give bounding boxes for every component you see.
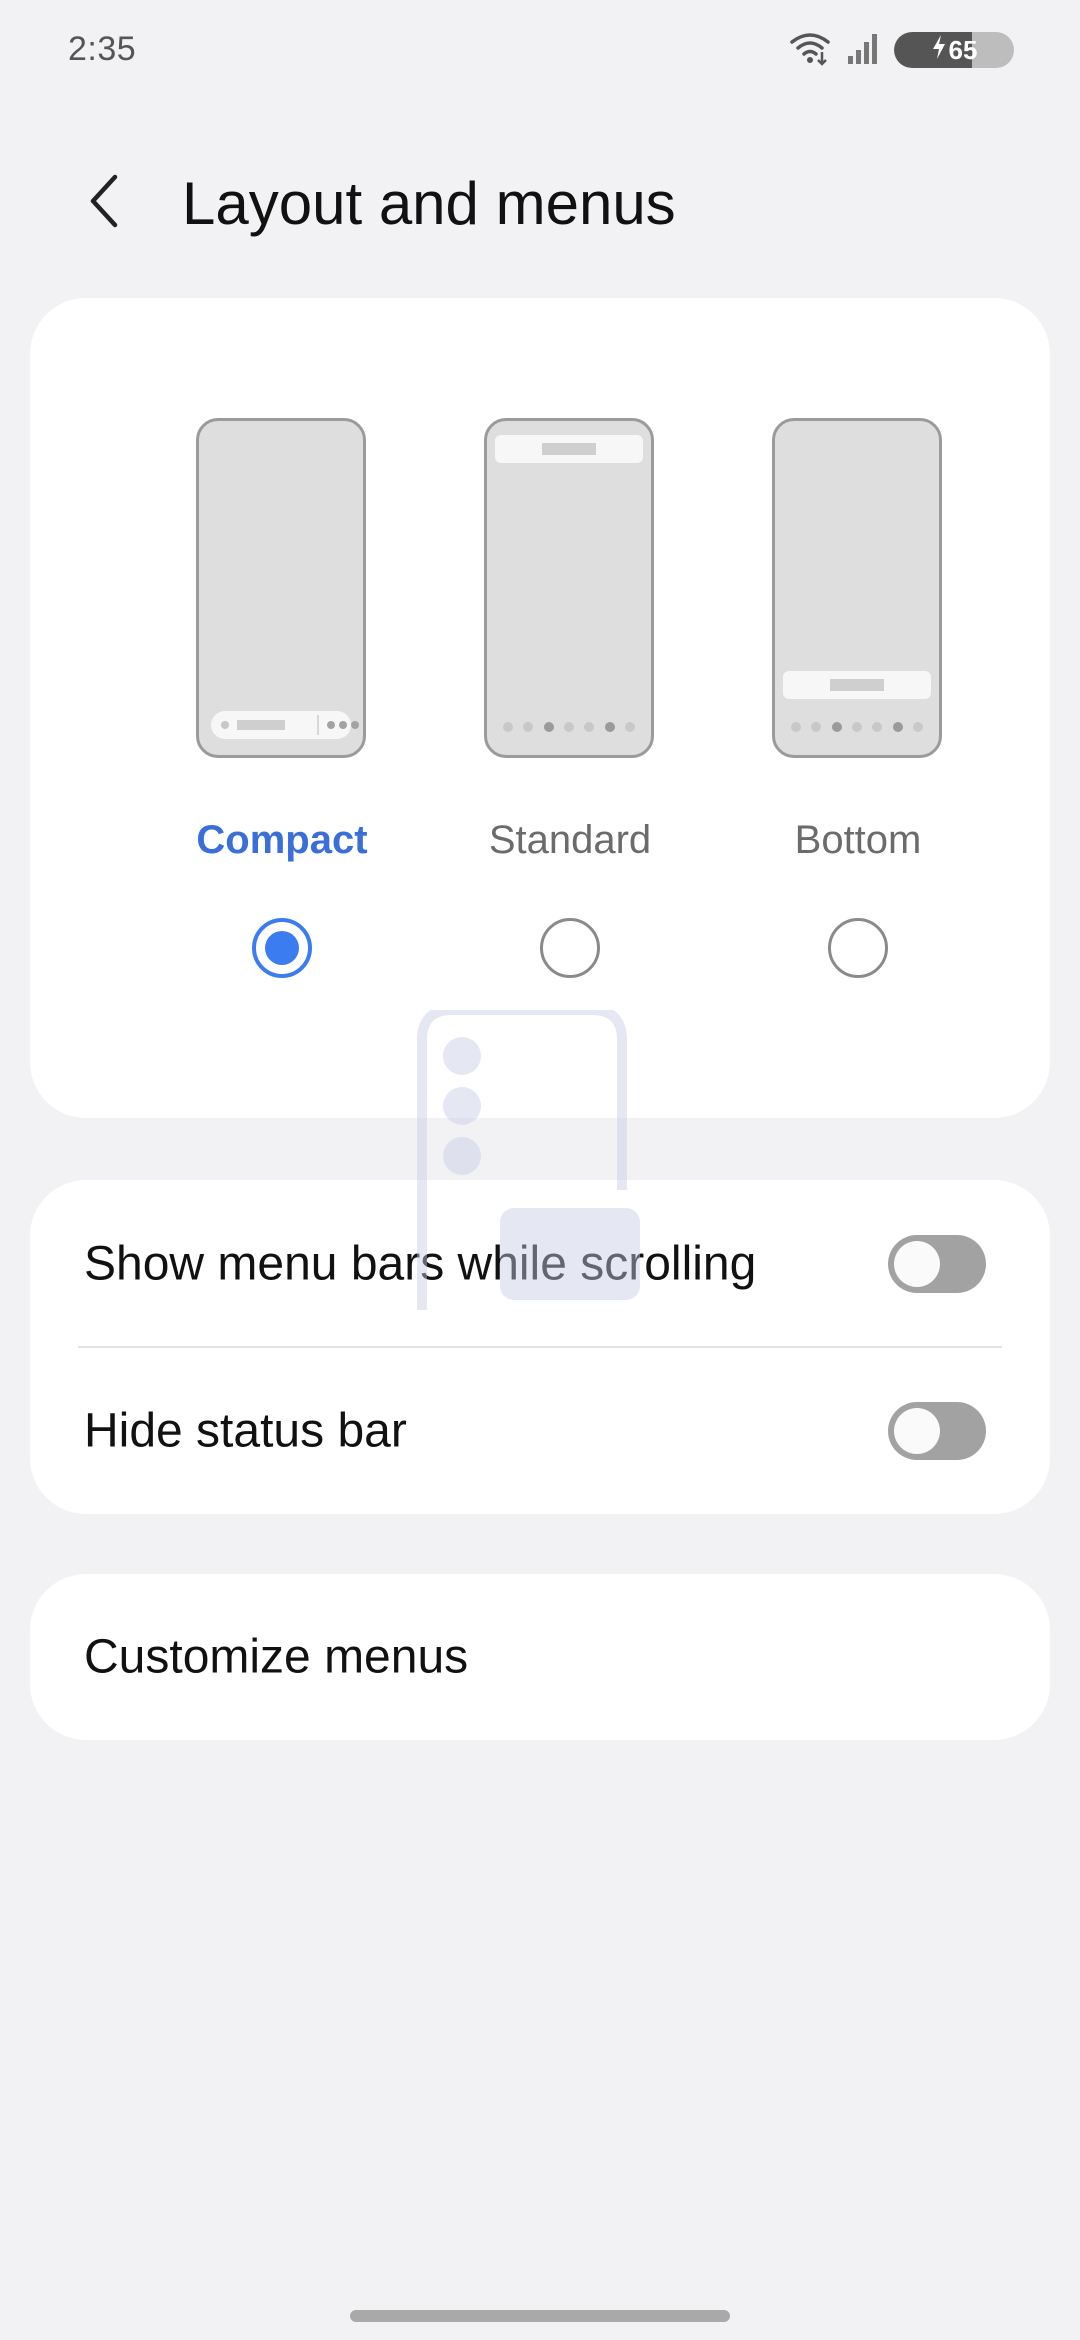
layout-selection-card: Compact Standard Bottom [30, 298, 1050, 1118]
compact-radio[interactable] [252, 918, 312, 978]
status-bar: 2:35 65 [0, 0, 1080, 100]
layout-option-bottom[interactable]: Bottom [714, 298, 1002, 1118]
layout-option-standard[interactable]: Standard [426, 298, 714, 1118]
battery-icon: 65 [894, 32, 1014, 68]
show-menu-bars-toggle[interactable] [888, 1234, 986, 1293]
menu-options-card: Show menu bars while scrolling Hide stat… [30, 1180, 1050, 1514]
top-bar-illustration [495, 435, 643, 463]
show-menu-bars-row[interactable]: Show menu bars while scrolling [30, 1180, 1050, 1347]
battery-percent: 65 [948, 34, 978, 65]
page-title: Layout and menus [182, 170, 676, 237]
bottom-panel-illustration [783, 671, 931, 699]
hide-status-bar-row[interactable]: Hide status bar [30, 1347, 1050, 1514]
header: Layout and menus [0, 150, 1080, 260]
standard-preview-illustration [484, 418, 654, 758]
layout-option-label: Bottom [794, 818, 922, 862]
status-icons: 65 [788, 28, 1014, 72]
compact-preview-illustration [196, 418, 366, 758]
bottom-preview-illustration [772, 418, 942, 758]
bottom-dots-illustration [785, 707, 929, 747]
status-time: 2:35 [68, 30, 137, 68]
customize-menus-item[interactable]: Customize menus [30, 1574, 1050, 1740]
signal-icon [846, 30, 880, 71]
layout-option-compact[interactable]: Compact [138, 298, 426, 1118]
standard-radio[interactable] [540, 918, 600, 978]
bottom-dots-illustration [497, 707, 641, 747]
customize-menus-label: Customize menus [84, 1630, 469, 1684]
wifi-icon [788, 30, 832, 71]
bottom-radio[interactable] [828, 918, 888, 978]
hide-status-bar-label: Hide status bar [84, 1404, 407, 1457]
charging-bolt-icon [931, 34, 947, 66]
battery-text: 65 [894, 32, 1014, 68]
layout-option-label: Standard [488, 818, 652, 862]
back-arrow-icon [85, 171, 125, 236]
home-indicator[interactable] [350, 2310, 730, 2322]
layout-option-label: Compact [196, 818, 368, 862]
back-button[interactable] [70, 168, 140, 238]
show-menu-bars-label: Show menu bars while scrolling [84, 1237, 757, 1290]
compact-menu-bar-illustration [211, 711, 359, 739]
hide-status-bar-toggle[interactable] [888, 1401, 986, 1460]
